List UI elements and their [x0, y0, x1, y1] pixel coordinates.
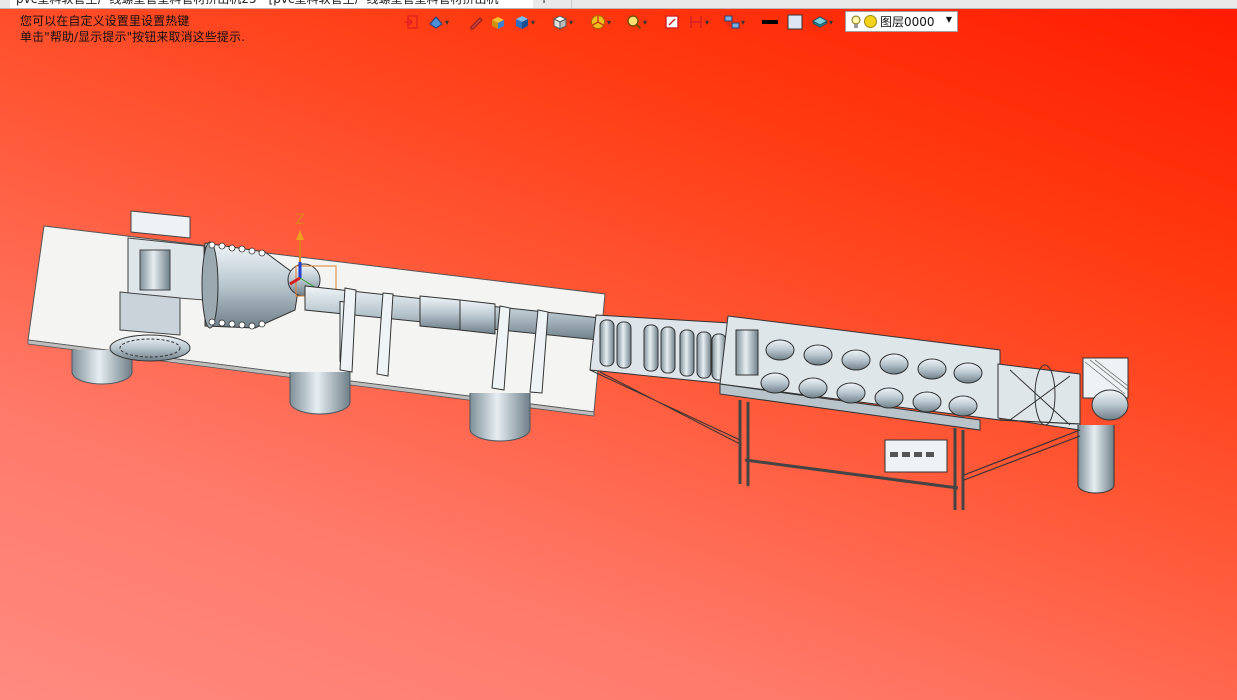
extruder-platform [27, 225, 606, 442]
forming-unit [719, 315, 1001, 510]
roller-conveyor [589, 314, 741, 445]
z-axis-label: Z [295, 212, 305, 228]
viewport-3d[interactable]: Z [0, 0, 1237, 700]
